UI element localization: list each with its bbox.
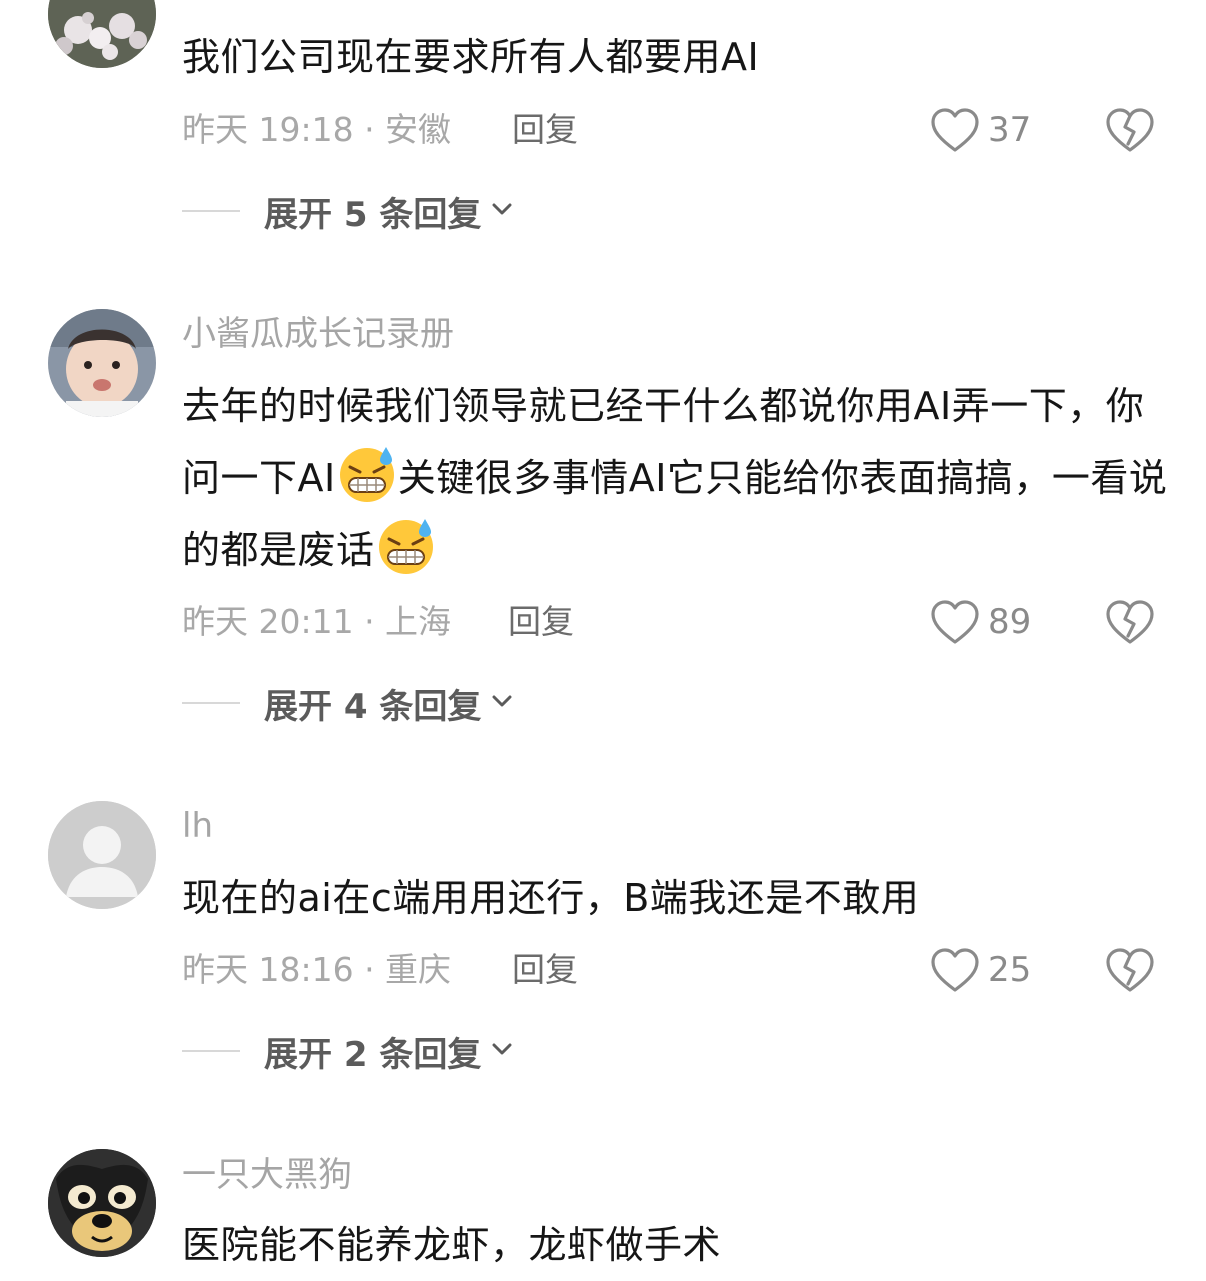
heart-outline-icon <box>930 947 980 993</box>
grimacing-sweat-emoji-icon <box>375 515 437 577</box>
avatar[interactable] <box>48 801 156 909</box>
like-button[interactable]: 37 <box>930 104 1031 156</box>
comment-text: 我们公司现在要求所有人都要用AI <box>182 35 760 79</box>
chevron-down-icon <box>481 196 515 226</box>
expand-replies-button[interactable]: 展开 2 条回复 <box>182 1029 515 1075</box>
grimacing-sweat-emoji-icon <box>336 443 398 505</box>
reply-button[interactable]: 回复 <box>512 950 578 990</box>
username[interactable]: 小酱瓜成长记录册 <box>182 314 454 354</box>
avatar[interactable] <box>48 1149 156 1257</box>
expand-replies-label: 展开 4 条回复 <box>264 686 482 727</box>
expand-replies-button[interactable]: 展开 4 条回复 <box>182 681 515 727</box>
comment-text: 医院能不能养龙虾，龙虾做手术 <box>182 1223 722 1267</box>
divider-line <box>182 702 240 704</box>
heart-outline-icon <box>930 107 980 153</box>
divider-line <box>182 1050 240 1052</box>
broken-heart-icon <box>1105 946 1155 994</box>
comment-text: 现在的ai在c端用用还行，B端我还是不敢用 <box>182 876 920 920</box>
chevron-down-icon <box>481 1036 515 1066</box>
avatar[interactable] <box>48 0 156 68</box>
dislike-button[interactable] <box>1105 106 1155 154</box>
comment-time-location: 昨天 19:18 · 安徽 <box>182 110 452 149</box>
avatar-baby-image <box>48 309 156 417</box>
avatar[interactable] <box>48 309 156 417</box>
expand-replies-button[interactable]: 展开 5 条回复 <box>182 189 515 235</box>
avatar-flowers-image <box>48 0 156 68</box>
divider-line <box>182 210 240 212</box>
avatar-black-dog-image <box>48 1149 156 1257</box>
heart-outline-icon <box>930 599 980 645</box>
comment-text: 去年的时候我们领导就已经干什么都说你用AI弄一下，你问一下AI 关键很多事情AI它… <box>182 370 1172 586</box>
broken-heart-icon <box>1105 598 1155 646</box>
username[interactable]: lh <box>182 806 213 846</box>
dislike-button[interactable] <box>1105 598 1155 646</box>
dislike-button[interactable] <box>1105 946 1155 994</box>
username[interactable]: 一只大黑狗 <box>182 1155 352 1195</box>
reply-button[interactable]: 回复 <box>512 110 578 150</box>
expand-replies-label: 展开 2 条回复 <box>264 1034 482 1075</box>
like-count: 25 <box>988 950 1032 990</box>
chevron-down-icon <box>481 688 515 718</box>
comment-time-location: 昨天 18:16 · 重庆 <box>182 950 452 989</box>
default-user-icon <box>48 801 156 909</box>
comment-time-location: 昨天 20:11 · 上海 <box>182 602 452 641</box>
expand-replies-label: 展开 5 条回复 <box>264 194 482 235</box>
broken-heart-icon <box>1105 106 1155 154</box>
like-count: 37 <box>988 110 1032 150</box>
reply-button[interactable]: 回复 <box>508 602 574 642</box>
like-count: 89 <box>988 602 1032 642</box>
like-button[interactable]: 89 <box>930 596 1031 648</box>
like-button[interactable]: 25 <box>930 944 1031 996</box>
